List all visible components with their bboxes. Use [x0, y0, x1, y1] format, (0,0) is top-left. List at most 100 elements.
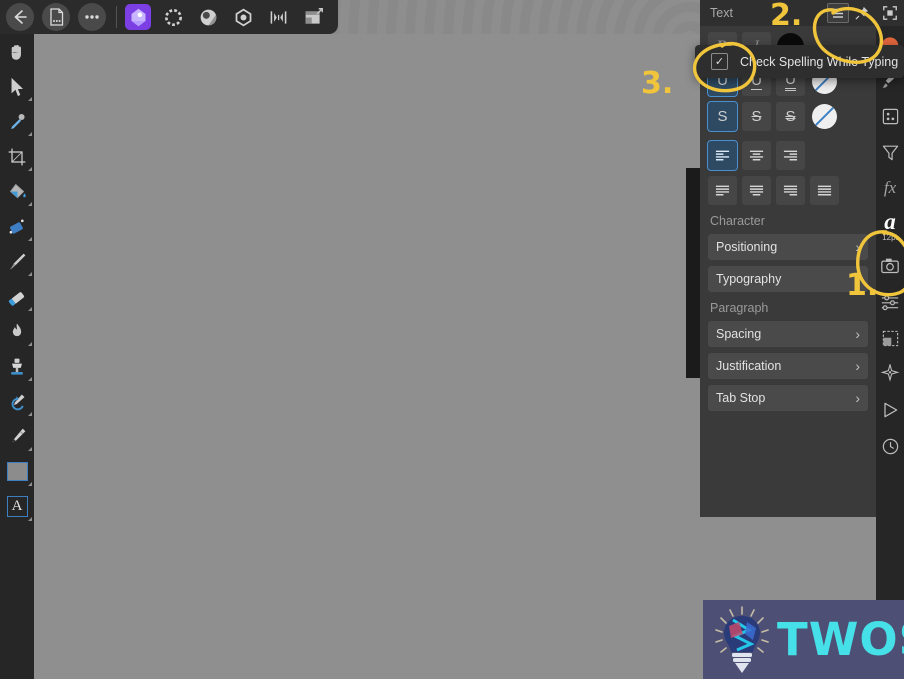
paragraph-section-label: Paragraph [710, 301, 769, 315]
pin-panel-icon[interactable] [852, 4, 872, 22]
paint-brush-tool[interactable] [0, 244, 34, 279]
check-spelling-checkbox[interactable]: ✓ [711, 53, 728, 70]
lightbulb-icon [715, 605, 769, 673]
tool-flyout-indicator [28, 167, 32, 171]
text-studio-size: 12pt [882, 233, 898, 242]
export-studio-icon[interactable] [876, 320, 904, 356]
expand-panel-icon[interactable] [876, 0, 904, 26]
watermark-text: TWOS [777, 613, 904, 666]
justify-right-button[interactable] [776, 176, 805, 205]
pen-tool[interactable] [0, 419, 34, 454]
positioning-row[interactable]: Positioning › [708, 234, 868, 260]
strikethrough-word-label: S [751, 108, 762, 125]
panorama-persona-button[interactable] [265, 4, 291, 30]
crop-tool[interactable] [0, 139, 34, 174]
tools-panel: A [0, 34, 34, 679]
spelling-popup-menu[interactable]: ✓ Check Spelling While Typing [695, 45, 904, 78]
character-section-label: Character [710, 214, 765, 228]
no-strikethrough-glyph [812, 104, 837, 129]
move-tool[interactable] [0, 69, 34, 104]
chevron-right-icon: › [855, 358, 860, 374]
justify-all-button[interactable] [810, 176, 839, 205]
tool-flyout-indicator [28, 202, 32, 206]
paint-bucket-tool[interactable] [0, 174, 34, 209]
tool-flyout-indicator [28, 447, 32, 451]
text-panel-body: B I U U U S [700, 26, 876, 411]
more-options-icon[interactable] [78, 3, 106, 31]
clone-stamp-tool[interactable] [0, 349, 34, 384]
artistic-text-tool[interactable]: A [0, 489, 34, 524]
document-icon[interactable] [42, 3, 70, 31]
justification-row[interactable]: Justification › [708, 353, 868, 379]
align-right-button[interactable] [776, 141, 805, 170]
check-spelling-label: Check Spelling While Typing [740, 54, 899, 69]
tool-flyout-indicator [28, 377, 32, 381]
export-persona-button[interactable] [300, 4, 326, 30]
strikethrough-single-label: S [717, 108, 728, 125]
tool-flyout-indicator [28, 97, 32, 101]
tool-flyout-indicator [28, 412, 32, 416]
tool-flyout-indicator [28, 517, 32, 521]
text-panel-header: Text [700, 0, 876, 26]
develop-persona-button[interactable] [195, 4, 221, 30]
chevron-right-icon: › [855, 271, 860, 287]
tab-stop-row[interactable]: Tab Stop › [708, 385, 868, 411]
checkmark-icon: ✓ [714, 56, 725, 68]
tool-flyout-indicator [28, 237, 32, 241]
toolbar-divider [116, 6, 117, 28]
panel-edge-shadow [686, 168, 700, 378]
align-left-button[interactable] [707, 140, 738, 171]
dodge-burn-tool[interactable] [0, 314, 34, 349]
tool-flyout-indicator [28, 342, 32, 346]
tool-flyout-indicator [28, 272, 32, 276]
eraser-tool[interactable] [0, 279, 34, 314]
spacing-row[interactable]: Spacing › [708, 321, 868, 347]
tab-stop-label: Tab Stop [716, 391, 766, 405]
tool-flyout-indicator [28, 132, 32, 136]
tool-flyout-indicator [28, 307, 32, 311]
rectangle-tool-glyph [6, 462, 28, 481]
snapshots-studio-icon[interactable] [876, 248, 904, 284]
positioning-label: Positioning [716, 240, 778, 254]
top-toolbar [0, 0, 338, 34]
strikethrough-row: S S S [707, 101, 868, 132]
twos-watermark: TWOS [703, 600, 904, 679]
justify-left-button[interactable] [708, 176, 737, 205]
effects-studio-icon[interactable]: fx [876, 170, 904, 206]
color-picker-tool[interactable] [0, 104, 34, 139]
align-center-button[interactable] [742, 141, 771, 170]
macro-studio-icon[interactable] [876, 392, 904, 428]
typography-label: Typography [716, 272, 782, 286]
panel-menu-icon[interactable] [827, 3, 849, 23]
text-panel-title: Text [710, 6, 733, 20]
channels-studio-icon[interactable] [876, 284, 904, 320]
rectangle-tool[interactable] [0, 454, 34, 489]
artistic-text-glyph: A [6, 496, 28, 517]
spacing-label: Spacing [716, 327, 762, 341]
justify-center-button[interactable] [742, 176, 771, 205]
liquify-persona-button[interactable] [160, 4, 186, 30]
tone-mapping-persona-button[interactable] [230, 4, 256, 30]
text-studio-icon[interactable]: a 12pt [876, 206, 904, 248]
gradient-tool[interactable] [0, 209, 34, 244]
strikethrough-none-button[interactable] [810, 102, 839, 131]
typography-row[interactable]: Typography › [708, 266, 868, 292]
hand-tool[interactable] [0, 34, 34, 69]
back-arrow-icon[interactable] [6, 3, 34, 31]
justification-label: Justification [716, 359, 782, 373]
strikethrough-double-button[interactable]: S [776, 102, 805, 131]
photo-persona-button[interactable] [125, 4, 151, 30]
adjustments-studio-icon[interactable] [876, 134, 904, 170]
chevron-right-icon: › [855, 239, 860, 255]
layers-studio-icon[interactable] [876, 98, 904, 134]
history-studio-icon[interactable] [876, 428, 904, 464]
transform-studio-icon[interactable] [876, 356, 904, 392]
strikethrough-single-button[interactable]: S [707, 101, 738, 132]
strikethrough-word-button[interactable]: S [742, 102, 771, 131]
tool-flyout-indicator [28, 482, 32, 486]
undo-brush-tool[interactable] [0, 384, 34, 419]
strikethrough-double-label: S [785, 108, 796, 125]
justification-row-buttons [708, 176, 868, 205]
chevron-right-icon: › [855, 326, 860, 342]
chevron-right-icon: › [855, 390, 860, 406]
